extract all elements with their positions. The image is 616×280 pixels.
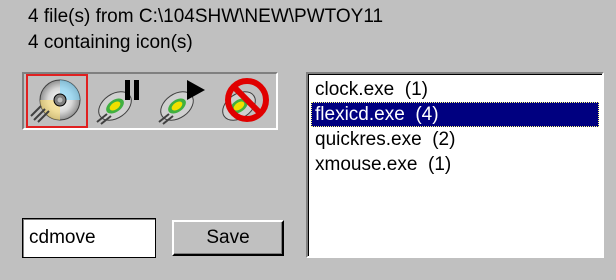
list-item[interactable]: clock.exe (1) — [311, 77, 599, 102]
cd-disc-play-icon — [158, 80, 205, 125]
list-item[interactable]: xmouse.exe (1) — [311, 152, 599, 177]
icon-cell-4[interactable] — [212, 74, 274, 128]
list-item-selected[interactable]: flexicd.exe (4) — [311, 102, 599, 127]
cd-disc-prohibited-icon — [222, 78, 269, 122]
cd-disc-pause-icon — [96, 80, 139, 125]
info-line-icons: 4 containing icon(s) — [28, 32, 193, 53]
save-button[interactable]: Save — [172, 220, 284, 256]
cd-disc-icon — [30, 79, 81, 123]
file-list[interactable]: clock.exe (1) flexicd.exe (4) quickres.e… — [306, 72, 604, 258]
icon-cell-3[interactable] — [150, 74, 212, 128]
name-input[interactable] — [22, 218, 156, 258]
list-item[interactable]: quickres.exe (2) — [311, 127, 599, 152]
icon-strip — [22, 72, 278, 130]
icon-cell-1[interactable] — [26, 74, 88, 128]
icon-cell-2[interactable] — [88, 74, 150, 128]
info-line-files: 4 file(s) from C:\104SHW\NEW\PWTOY11 — [28, 6, 384, 27]
